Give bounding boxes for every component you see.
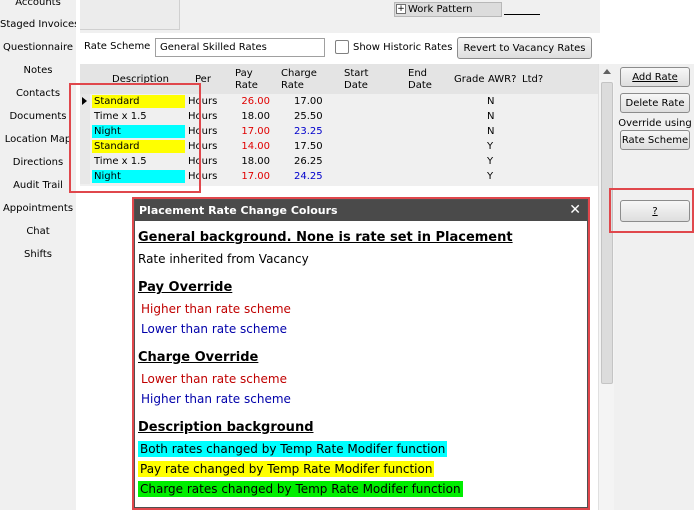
cell-awr: N <box>487 126 495 137</box>
grid-scrollbar[interactable] <box>598 64 615 510</box>
col-header-end-date[interactable]: End Date <box>408 68 432 92</box>
nav-item-documents[interactable]: Documents <box>0 110 76 123</box>
nav-item-appointments[interactable]: Appointments <box>0 202 76 215</box>
nav-item-staged-invoices[interactable]: Staged Invoices <box>0 18 79 31</box>
cell-charge-rate: 25.50 <box>294 111 323 122</box>
nav-item-accounts[interactable]: Accounts <box>0 0 76 9</box>
cell-pay-rate: 17.00 <box>241 171 270 182</box>
cell-awr: Y <box>487 171 494 182</box>
cell-charge-rate: 23.25 <box>294 126 323 137</box>
col-header-awr[interactable]: AWR? <box>488 74 516 86</box>
popup-highlight <box>132 197 590 510</box>
cell-pay-rate: 14.00 <box>241 141 270 152</box>
nav-item-directions[interactable]: Directions <box>0 156 76 169</box>
col-header-pay-rate[interactable]: Pay Rate <box>235 68 258 92</box>
work-pattern-value <box>504 3 540 15</box>
rate-scheme-label: Rate Scheme <box>84 41 151 52</box>
nav-item-notes[interactable]: Notes <box>0 64 76 77</box>
col-header-start-date[interactable]: Start Date <box>344 68 368 92</box>
cell-charge-rate: 17.50 <box>294 141 323 152</box>
scroll-up-arrow-icon[interactable] <box>599 64 615 80</box>
col-header-charge-rate[interactable]: Charge Rate <box>281 68 317 92</box>
add-rate-button[interactable]: Add Rate <box>620 67 690 87</box>
nav-item-contacts[interactable]: Contacts <box>0 87 76 100</box>
override-using-label: Override using <box>618 118 692 129</box>
show-historic-rates-checkbox[interactable] <box>335 40 349 54</box>
nav-item-audit-trail[interactable]: Audit Trail <box>0 179 76 192</box>
rate-scheme-button[interactable]: Rate Scheme <box>620 130 690 150</box>
show-historic-rates-label: Show Historic Rates <box>353 42 453 53</box>
nav-item-chat[interactable]: Chat <box>0 225 76 238</box>
col-header-ltd[interactable]: Ltd? <box>522 74 543 86</box>
cell-pay-rate: 17.00 <box>241 126 270 137</box>
expand-plus-icon[interactable]: + <box>396 4 406 14</box>
work-pattern-row[interactable]: + Work Pattern <box>394 2 502 17</box>
cell-awr: N <box>487 111 495 122</box>
nav-item-location-map[interactable]: Location Map <box>0 133 76 146</box>
nav-item-questionnaire[interactable]: Questionnaire <box>0 41 76 54</box>
cell-pay-rate: 18.00 <box>241 111 270 122</box>
left-navigation: Accounts Staged Invoices Questionnaire N… <box>0 0 79 510</box>
scroll-thumb[interactable] <box>601 82 613 384</box>
delete-rate-button[interactable]: Delete Rate <box>620 93 690 113</box>
nav-item-shifts[interactable]: Shifts <box>0 248 76 261</box>
work-pattern-label: Work Pattern <box>408 4 473 15</box>
rate-scheme-input[interactable] <box>155 38 325 57</box>
cell-charge-rate: 26.25 <box>294 156 323 167</box>
revert-to-vacancy-rates-button[interactable]: Revert to Vacancy Rates <box>457 37 592 59</box>
cell-awr: Y <box>487 156 494 167</box>
help-button-highlight <box>609 188 694 233</box>
cell-pay-rate: 18.00 <box>241 156 270 167</box>
col-header-grade[interactable]: Grade <box>454 74 485 86</box>
top-left-panel <box>80 0 180 30</box>
cell-charge-rate: 17.00 <box>294 96 323 107</box>
description-column-highlight <box>69 83 201 193</box>
cell-pay-rate: 26.00 <box>241 96 270 107</box>
cell-awr: Y <box>487 141 494 152</box>
cell-charge-rate: 24.25 <box>294 171 323 182</box>
cell-awr: N <box>487 96 495 107</box>
